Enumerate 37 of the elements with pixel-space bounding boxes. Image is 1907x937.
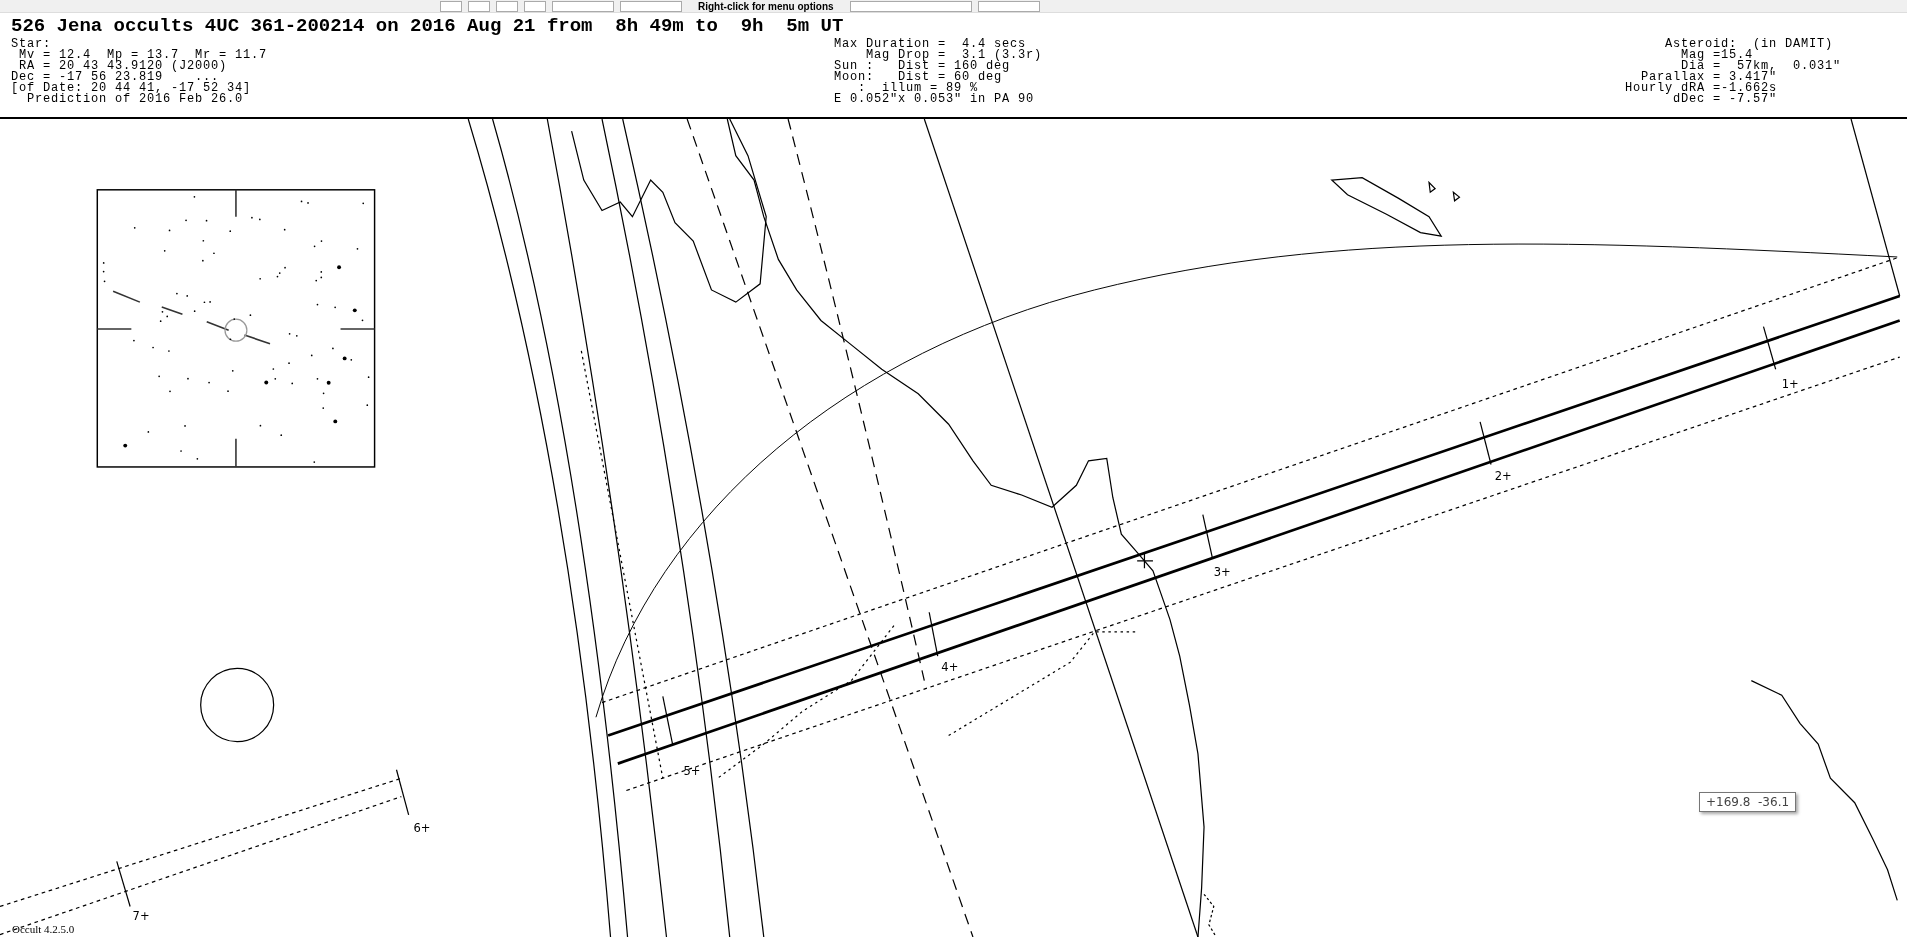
path-mark-label: 1+	[1781, 376, 1799, 391]
toolbar-dropdown[interactable]	[620, 0, 682, 12]
path-mark-label: 3+	[1213, 564, 1231, 579]
asteroid-info-line: Mag =15.4	[1679, 50, 1753, 61]
event-info-line: Sun : Dist = 160 deg	[834, 61, 1011, 72]
event-info-line: Max Duration = 4.4 secs	[834, 39, 1027, 50]
asteroid-info-line: Dia = 57km, 0.031"	[1680, 61, 1841, 72]
star-info-line: RA = 20 43 43.9120 (J2000)	[19, 61, 228, 72]
asteroid-info-line: Asteroid: (in DAMIT)	[1663, 39, 1833, 50]
coordinate-tooltip: +169.8 -36.1	[1699, 792, 1797, 812]
toolbar-button[interactable]	[977, 0, 1040, 12]
path-mark-label: 2+	[1494, 469, 1512, 484]
event-info-line: : illum = 89 %	[858, 83, 979, 94]
star-info-line: Prediction of 2016 Feb 26.0	[27, 94, 244, 105]
toolbar-button[interactable]	[496, 0, 518, 12]
menu-hint-label: Right-click for menu options	[698, 0, 834, 12]
star-info-line: [of Date: 20 44 41, -17 52 34]	[11, 83, 252, 94]
star-info-line: Dec = -17 56 23.819 ...	[11, 72, 220, 83]
event-info-line: Moon: Dist = 60 deg	[834, 72, 1003, 83]
toolbar-dropdown[interactable]	[552, 0, 614, 12]
toolbar-field[interactable]	[849, 0, 972, 12]
path-mark-label: 5+	[683, 763, 701, 778]
event-info-line: E 0.052"x 0.053" in PA 90	[834, 94, 1035, 105]
version-label: Occult 4.2.5.0	[12, 923, 75, 935]
star-info-line: Star:	[11, 39, 51, 50]
path-mark-label: 4+	[941, 659, 959, 674]
event-info-line: Mag Drop = 3.1 (3.3r)	[865, 50, 1043, 61]
toolbar-button[interactable]	[524, 0, 546, 12]
path-mark-label: 6+	[413, 821, 431, 835]
star-info-line: Mv = 12.4 Mp = 13.7 Mr = 11.7	[18, 50, 268, 61]
event-title: 526 Jena occults 4UC 361-200214 on 2016 Aug 21 from 8h 49m to 9h 5m UT	[11, 15, 845, 37]
asteroid-info-line: Hourly dRA =-1.662s	[1624, 83, 1777, 94]
toolbar-button[interactable]	[468, 0, 490, 12]
path-mark-label: 7+	[132, 908, 150, 923]
toolbar-button[interactable]	[440, 0, 462, 12]
asteroid-info-line: Parallax = 3.417"	[1640, 72, 1777, 83]
asteroid-info-line: dDec = -7.57"	[1672, 94, 1777, 105]
